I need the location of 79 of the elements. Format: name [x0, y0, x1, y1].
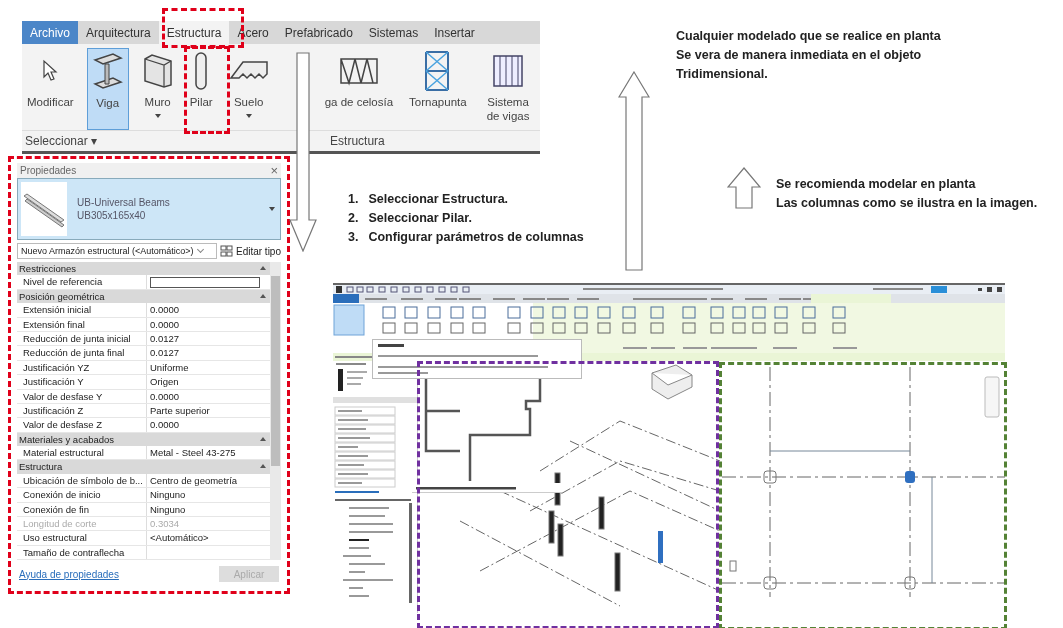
property-value[interactable]: 0.0000	[147, 303, 270, 317]
collapse-icon	[260, 293, 266, 298]
ribbon-tab[interactable]: Insertar	[426, 21, 483, 45]
ribbon-tool-button[interactable]: Modificar	[24, 48, 77, 131]
ribbon-tab[interactable]: Arquitectura	[78, 21, 159, 45]
property-name: Longitud de corte	[17, 517, 147, 531]
ribbon-tool-button[interactable]: Sistema de vigas	[478, 48, 538, 131]
property-name: Uso estructural	[17, 531, 147, 545]
ribbon-tool-button[interactable]: Tornapunta	[406, 48, 469, 131]
ribbon-tool-button[interactable]: Viga	[86, 48, 129, 131]
step-number: 3.	[348, 229, 359, 246]
scrollbar[interactable]	[270, 262, 281, 561]
collapse-icon	[260, 266, 266, 270]
caret-icon	[154, 114, 161, 119]
property-name: Reducción de junta final	[17, 346, 147, 360]
property-value[interactable]: Metal - Steel 43-275	[147, 446, 270, 460]
property-value[interactable]: Origen	[147, 375, 270, 389]
property-name: Justificación Y	[17, 375, 147, 389]
property-name: Conexión de fin	[17, 502, 147, 517]
step-text: Configurar parámetros de columnas	[368, 229, 584, 246]
edit-type-icon	[219, 245, 233, 257]
property-name: Conexión de inicio	[17, 488, 147, 502]
property-value[interactable]: Ninguno	[147, 502, 270, 517]
step-number: 2.	[348, 210, 359, 227]
instance-filter-dropdown[interactable]: Nuevo Armazón estructural (<Automático>)	[17, 243, 217, 259]
property-input[interactable]	[150, 277, 260, 289]
ribbon-tool-button[interactable]: Muro	[138, 48, 177, 131]
step-text: Seleccionar Estructura.	[368, 191, 509, 208]
group-header[interactable]: Restricciones	[17, 262, 270, 276]
close-button[interactable]: ×	[270, 165, 278, 176]
note-text: Cualquier modelado que se realice en planta Se vera de manera inmediata en el objeto Tridimensional.	[676, 28, 941, 83]
group-header[interactable]: Estructura	[17, 460, 270, 474]
property-value[interactable]: 0.0127	[147, 346, 270, 360]
property-value[interactable]: 0.0000	[147, 389, 270, 403]
ribbon-tool-button[interactable]: ga de celosía	[321, 48, 397, 131]
property-name: Reducción de junta inicial	[17, 331, 147, 346]
caret-icon	[269, 207, 275, 211]
edit-type-button[interactable]: Editar tipo	[219, 245, 281, 257]
panel-label: Estructura	[329, 134, 385, 149]
property-name: Nivel de referencia	[17, 275, 147, 289]
panel-title: Propiedades	[20, 165, 77, 176]
collapse-icon	[260, 464, 266, 469]
property-name: Valor de desfase Z	[17, 418, 147, 432]
property-name: Extensión inicial	[17, 303, 147, 317]
property-name: Material estructural	[17, 446, 147, 460]
ribbon-tab[interactable]: Prefabricado	[276, 21, 361, 45]
up-arrow	[727, 167, 761, 209]
caret-icon	[245, 114, 252, 119]
ribbon-tab[interactable]: Archivo	[22, 21, 78, 45]
property-name: Tamaño de contraflecha	[17, 545, 147, 560]
ribbon-tool-button[interactable]: Suelo	[225, 48, 272, 131]
step-number: 1.	[348, 191, 359, 208]
collapse-icon	[260, 436, 266, 441]
beam-thumbnail	[21, 182, 67, 236]
property-name: Justificación Z	[17, 403, 147, 418]
property-name: Extensión final	[17, 317, 147, 331]
property-value[interactable]: Parte superior	[147, 403, 270, 418]
property-value[interactable]: Ninguno	[147, 488, 270, 502]
property-name: Justificación YZ	[17, 360, 147, 375]
type-name: UB305x165x40	[77, 210, 147, 221]
properties-help-link[interactable]: Ayuda de propiedades	[19, 568, 119, 580]
step-text: Seleccionar Pilar.	[368, 210, 472, 227]
property-value[interactable]: 0.0000	[147, 317, 270, 331]
property-value[interactable]: <Automático>	[147, 531, 270, 545]
ribbon-tool-button[interactable]: Pilar	[186, 48, 216, 131]
type-family: UB-Universal Beams	[77, 197, 171, 208]
note-text: Se recomienda modelar en planta Las columnas como se ilustra en la imagen.	[776, 176, 1038, 212]
property-value[interactable]: 0.0127	[147, 331, 270, 346]
property-name: Ubicación de símbolo de b...	[17, 473, 147, 488]
property-value[interactable]: Centro de geometría	[147, 473, 270, 488]
property-value[interactable]: 0.0000	[147, 418, 270, 432]
ribbon-tab[interactable]: Sistemas	[360, 21, 427, 45]
ribbon-tab[interactable]: Estructura	[158, 21, 230, 45]
property-name: Valor de desfase Y	[17, 389, 147, 403]
column-icon	[193, 50, 210, 93]
panel-label[interactable]: Seleccionar ▾	[22, 134, 98, 149]
ribbon-tab[interactable]: Acero	[229, 21, 277, 45]
type-selector[interactable]: UB-Universal Beams UB305x165x40	[17, 178, 281, 240]
property-value[interactable]: Uniforme	[147, 360, 270, 375]
